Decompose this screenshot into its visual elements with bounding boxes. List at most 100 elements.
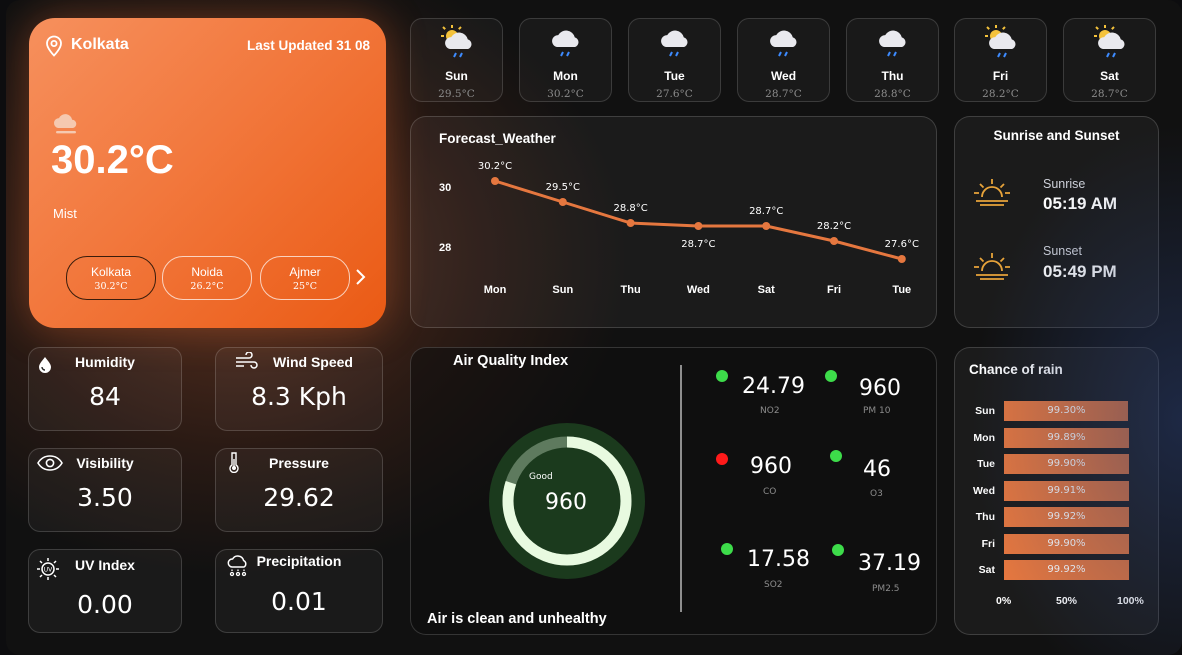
city-pill-temp: 26.2°C [190, 281, 224, 292]
humidity-value: 84 [89, 382, 121, 411]
data-label: 28.7°C [681, 239, 715, 250]
dashboard: Kolkata Last Updated 31 08 30.2°C Mist K… [6, 0, 1182, 655]
status-dot [825, 370, 837, 382]
rain-day: Mon [973, 431, 995, 444]
data-point [491, 177, 499, 185]
city-pill-name: Kolkata [90, 265, 132, 279]
pollutant-name: PM2.5 [872, 584, 900, 594]
data-point [626, 219, 635, 227]
city-pill-temp: 30.2°C [94, 281, 128, 292]
uv-index-label: UV Index [75, 557, 135, 573]
location-pin-icon [44, 35, 64, 61]
pollutant-value: 960 [750, 454, 792, 479]
sunrise-sunset-card: Sunrise and Sunset Sunrise 05:19 AM Suns… [954, 116, 1159, 328]
data-point [694, 222, 703, 230]
aqi-gauge-value: 960 [545, 490, 587, 515]
data-label: 30.2°C [478, 161, 512, 172]
rain-axis-100: 100% [1117, 595, 1144, 607]
rain-axis-50: 50% [1056, 595, 1078, 607]
pollutant-value: 46 [863, 457, 891, 482]
aqi-divider [680, 365, 682, 612]
day-name: Mon [553, 69, 578, 83]
wind-speed-value: 8.3 Kph [251, 382, 347, 411]
day-tile-sun[interactable]: Sun 29.5°C [410, 18, 503, 102]
pressure-value: 29.62 [263, 483, 335, 512]
pollutant-value: 37.19 [858, 551, 921, 576]
day-name: Sun [445, 69, 468, 83]
city-pill-noida[interactable]: Noida 26.2°C [162, 256, 252, 300]
precipitation-value: 0.01 [271, 587, 327, 616]
rain-day: Fri [981, 537, 995, 550]
status-dot [832, 544, 844, 556]
rain-value: 99.89% [1047, 431, 1086, 443]
forecast-line-chart: 30 28 30.2°C Mon 29.5°C Sun 28.8°C Thu 28.7°C Wed… [439, 161, 919, 296]
chance-of-rain-card: Chance of rain Sun 99.30% Mon 99.89% Tue 99.9… [954, 347, 1159, 635]
pollutant-name: PM 10 [863, 406, 891, 416]
rain-row: Thu 99.92% [955, 507, 1155, 527]
day-tile-tue[interactable]: Tue 27.6°C [628, 18, 721, 102]
sunset-icon [973, 251, 1011, 287]
forecast-chart-card: Forecast_Weather 30 28 30.2°C Mon 29.5°C Sun 2… [410, 116, 937, 328]
aqi-gauge-label: Good [529, 472, 553, 482]
city-name: Kolkata [71, 36, 129, 53]
current-weather-card: Kolkata Last Updated 31 08 30.2°C Mist K… [29, 18, 386, 328]
pollutant-name: SO2 [764, 580, 783, 590]
day-tile-thu[interactable]: Thu 28.8°C [846, 18, 939, 102]
status-dot [716, 453, 728, 465]
day-name: Sat [1100, 69, 1119, 83]
visibility-label: Visibility [76, 455, 134, 471]
pollutant-name: NO2 [760, 406, 780, 416]
current-temperature: 30.2°C [51, 138, 174, 182]
x-tick: Tue [892, 284, 911, 296]
day-name: Thu [881, 69, 904, 83]
data-label: 28.8°C [613, 203, 647, 214]
day-tile-wed[interactable]: Wed 28.7°C [737, 18, 830, 102]
wind-speed-label: Wind Speed [273, 354, 353, 370]
city-pill-temp: 25°C [292, 281, 318, 292]
city-pill-ajmer[interactable]: Ajmer 25°C [260, 256, 350, 300]
sunrise-label: Sunrise [1043, 177, 1086, 191]
rain-day: Thu [975, 511, 995, 523]
humidity-tile: Humidity 84 [28, 347, 182, 431]
humidity-label: Humidity [75, 354, 135, 370]
rain-day: Sun [975, 405, 995, 417]
sunset-label: Sunset [1043, 244, 1082, 258]
rain-day: Sat [978, 564, 995, 576]
visibility-tile: Visibility 3.50 [28, 448, 182, 532]
pressure-label: Pressure [269, 455, 329, 471]
rain-axis-0: 0% [996, 595, 1012, 607]
cloud-icon [51, 110, 81, 140]
uv-index-value: 0.00 [77, 590, 133, 619]
day-tile-sat[interactable]: Sat 28.7°C [1063, 18, 1156, 102]
city-pill-kolkata[interactable]: Kolkata 30.2°C [66, 256, 156, 300]
rain-row: Wed 99.91% [955, 480, 1155, 501]
data-label: 27.6°C [885, 239, 919, 250]
rain-value: 99.30% [1047, 405, 1086, 416]
pressure-tile: Pressure 29.62 [215, 448, 383, 532]
day-temp: 30.2°C [547, 88, 584, 100]
day-temp: 28.8°C [874, 88, 911, 100]
day-temp: 28.7°C [1091, 88, 1128, 100]
pollutant-value: 17.58 [747, 547, 810, 572]
rain-day: Wed [973, 484, 995, 497]
precipitation-label: Precipitation [256, 553, 342, 569]
x-tick: Sat [758, 284, 775, 296]
x-tick: Mon [484, 284, 507, 296]
x-tick: Wed [687, 284, 710, 296]
chevron-right-icon[interactable] [354, 268, 366, 290]
rain-value: 99.90% [1047, 458, 1086, 469]
rain-value: 99.91% [1047, 484, 1086, 496]
day-temp: 27.6°C [656, 88, 693, 100]
rain-row: Tue 99.90% [955, 454, 1155, 474]
day-tile-mon[interactable]: Mon 30.2°C [519, 18, 612, 102]
aqi-footer: Air is clean and unhealthy [427, 611, 607, 627]
uv-index-tile: UV UV Index 0.00 [28, 549, 182, 633]
y-tick: 28 [439, 242, 451, 254]
rain-row: Sun 99.30% [955, 401, 1155, 421]
status-dot [830, 450, 842, 462]
city-pill-name: Noida [191, 265, 223, 279]
last-updated: Last Updated 31 08 [246, 38, 370, 53]
y-tick: 30 [439, 182, 451, 194]
air-quality-card: Air Quality Index Good 960 Air is clean … [410, 347, 937, 635]
day-tile-fri[interactable]: Fri 28.2°C [954, 18, 1047, 102]
